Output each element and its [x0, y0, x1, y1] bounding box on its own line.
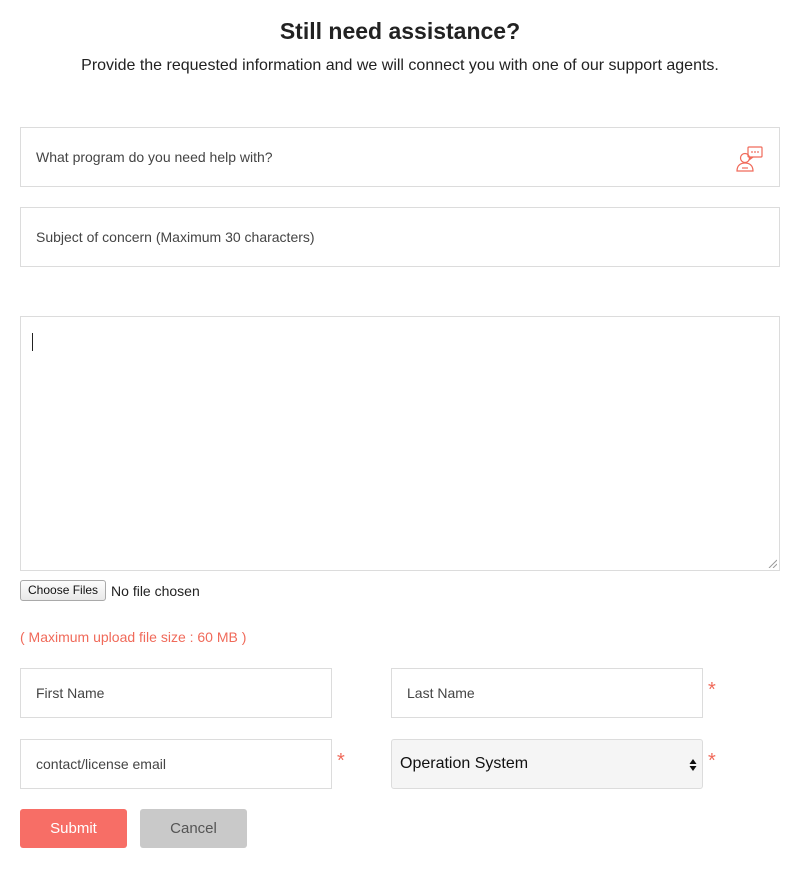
file-upload-row: Choose Files No file chosen	[20, 580, 200, 601]
required-marker: *	[337, 750, 345, 772]
os-selected-value: Operation System	[400, 755, 529, 772]
subject-input[interactable]: Subject of concern (Maximum 30 character…	[20, 207, 780, 267]
text-caret	[32, 333, 33, 351]
page-subtitle: Provide the requested information and we…	[81, 57, 719, 74]
first-name-input[interactable]: First Name	[20, 668, 332, 718]
os-select[interactable]: Operation System	[391, 739, 703, 789]
cancel-button[interactable]: Cancel	[140, 809, 247, 848]
select-arrows-icon	[689, 759, 697, 771]
program-placeholder: What program do you need help with?	[36, 149, 273, 165]
email-placeholder: contact/license email	[36, 756, 166, 772]
program-select-field[interactable]: What program do you need help with?	[20, 127, 780, 187]
last-name-placeholder: Last Name	[407, 685, 475, 701]
resize-grip-icon[interactable]	[767, 558, 777, 568]
support-agent-chat-icon	[736, 146, 763, 172]
first-name-placeholder: First Name	[36, 685, 105, 701]
message-textarea[interactable]	[20, 316, 780, 571]
subject-placeholder: Subject of concern (Maximum 30 character…	[36, 229, 315, 245]
no-file-text: No file chosen	[111, 582, 200, 599]
required-marker: *	[708, 750, 716, 772]
submit-button[interactable]: Submit	[20, 809, 127, 848]
choose-files-button[interactable]: Choose Files	[20, 580, 107, 601]
email-input[interactable]: contact/license email	[20, 739, 332, 789]
max-upload-note: ( Maximum upload file size : 60 MB )	[20, 629, 247, 645]
required-marker: *	[708, 679, 716, 701]
page-title: Still need assistance?	[279, 18, 521, 44]
last-name-input[interactable]: Last Name	[391, 668, 703, 718]
